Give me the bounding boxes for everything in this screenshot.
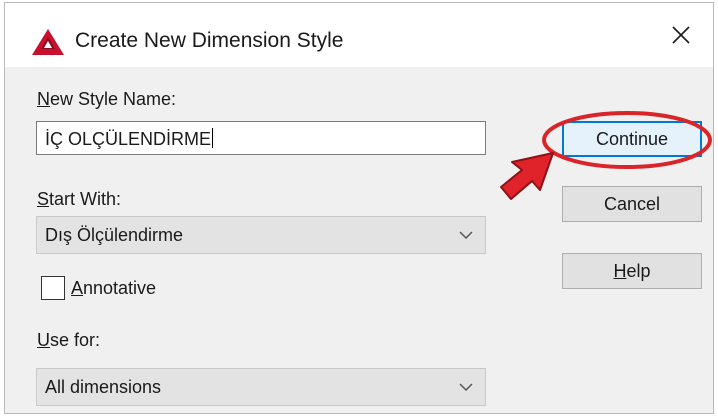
- help-button[interactable]: Help: [562, 253, 702, 289]
- annotative-label: Annotative: [71, 278, 157, 298]
- annotative-checkbox[interactable]: [41, 276, 65, 300]
- use-for-select[interactable]: All dimensions: [36, 368, 486, 406]
- title-bar: Create New Dimension Style: [5, 3, 713, 67]
- autocad-a-icon: [32, 29, 64, 55]
- text-caret: [212, 128, 214, 148]
- chevron-down-icon: [459, 231, 473, 240]
- use-for-value: All dimensions: [45, 377, 162, 397]
- cancel-button[interactable]: Cancel: [562, 186, 702, 222]
- start-with-label: Start With:: [37, 189, 122, 209]
- close-x-icon: [672, 26, 690, 44]
- close-button[interactable]: [649, 3, 713, 67]
- use-for-label: Use for:: [37, 330, 101, 350]
- create-new-dimension-style-dialog: Create New Dimension Style New Style Nam…: [4, 2, 714, 414]
- dialog-title: Create New Dimension Style: [75, 29, 344, 52]
- start-with-value: Dış Ölçülendirme: [45, 225, 184, 245]
- start-with-select[interactable]: Dış Ölçülendirme: [36, 216, 486, 254]
- new-style-name-input[interactable]: İÇ OLÇÜLENDİRME: [36, 121, 486, 155]
- continue-button[interactable]: Continue: [562, 121, 702, 157]
- chevron-down-icon: [459, 383, 473, 392]
- new-style-name-label: New Style Name:: [37, 89, 177, 109]
